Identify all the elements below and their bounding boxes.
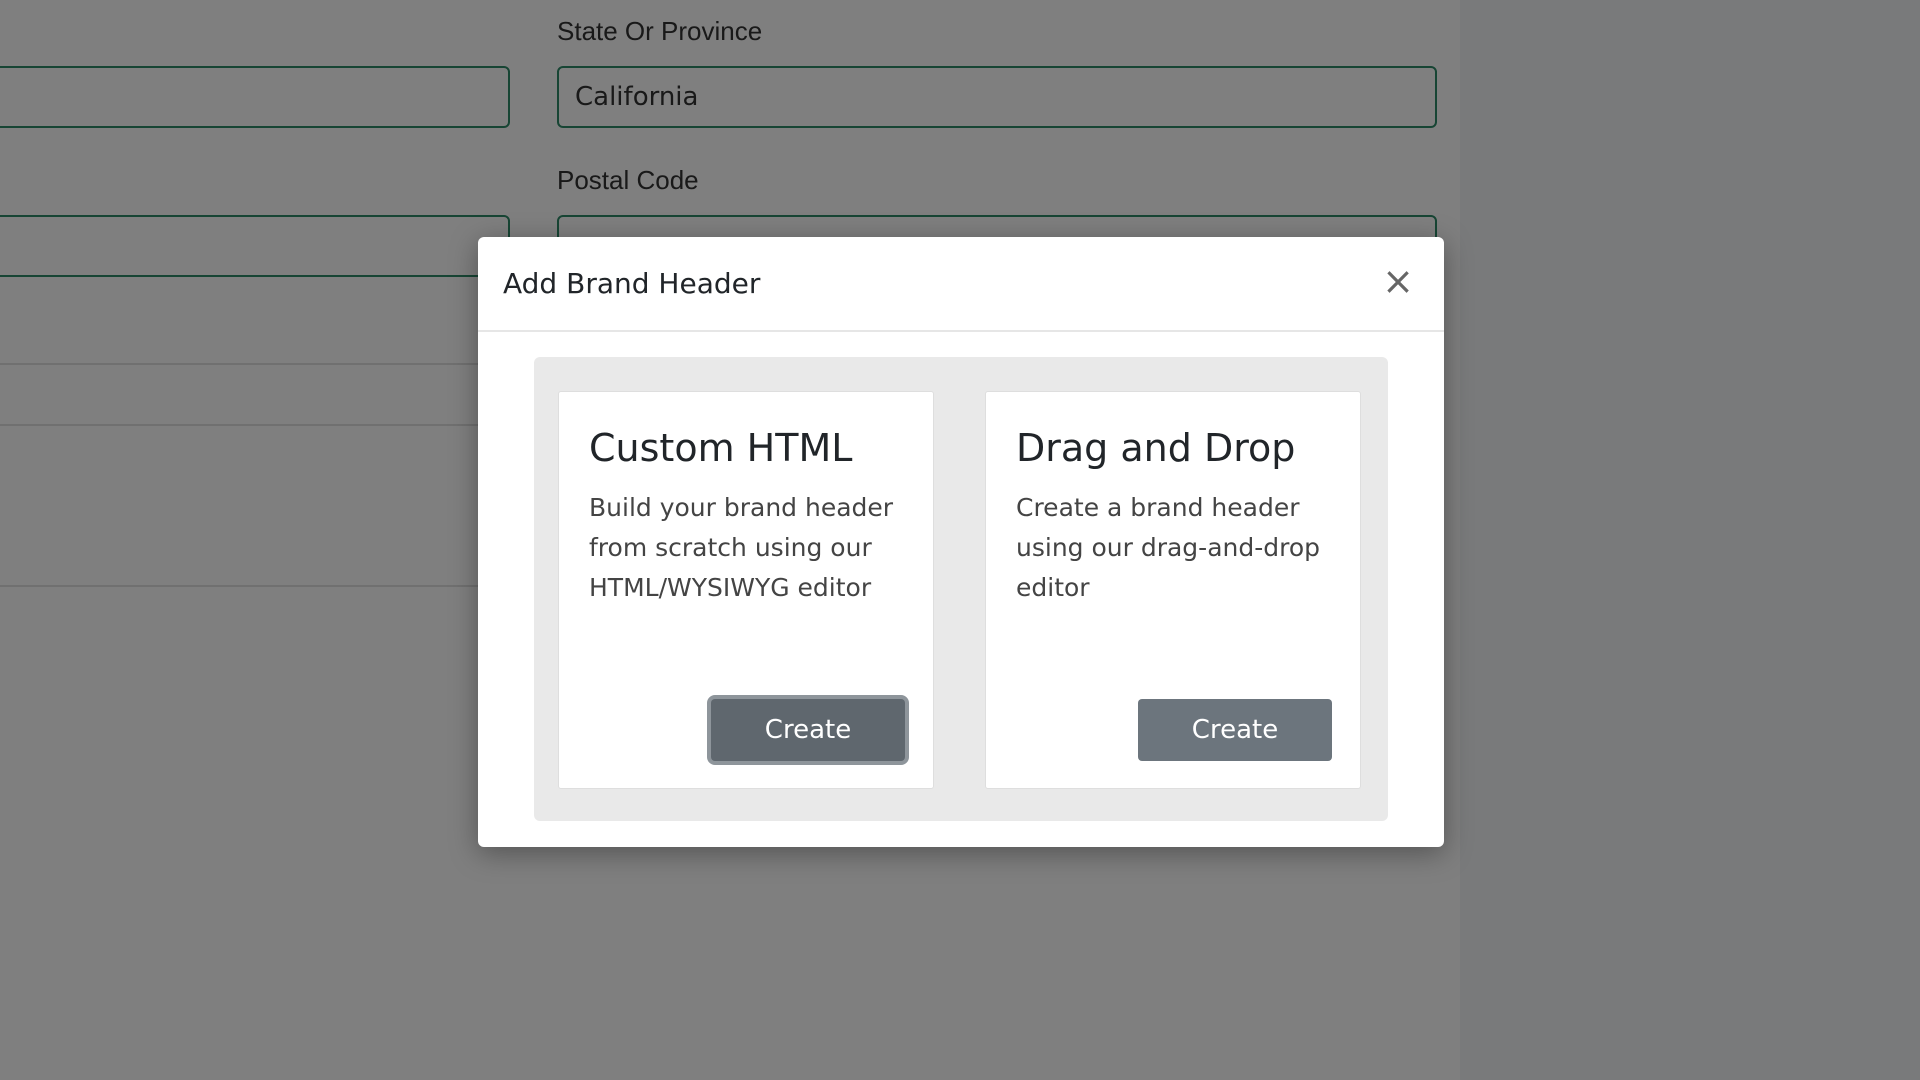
add-brand-header-modal: Add Brand Header × Custom HTML Build you…	[478, 237, 1444, 847]
close-icon: ×	[1382, 259, 1414, 303]
modal-header: Add Brand Header ×	[478, 237, 1444, 332]
custom-html-card: Custom HTML Build your brand header from…	[558, 391, 934, 789]
card-description: Build your brand header from scratch usi…	[589, 493, 894, 602]
options-panel: Custom HTML Build your brand header from…	[534, 357, 1388, 821]
card-title: Custom HTML	[589, 426, 853, 470]
card-title: Drag and Drop	[1016, 426, 1296, 470]
close-button[interactable]: ×	[1376, 259, 1420, 303]
drag-and-drop-card: Drag and Drop Create a brand header usin…	[985, 391, 1361, 789]
create-custom-html-button[interactable]: Create	[711, 699, 905, 761]
modal-title: Add Brand Header	[503, 267, 761, 300]
card-description: Create a brand header using our drag-and…	[1016, 493, 1321, 602]
create-drag-and-drop-button[interactable]: Create	[1138, 699, 1332, 761]
